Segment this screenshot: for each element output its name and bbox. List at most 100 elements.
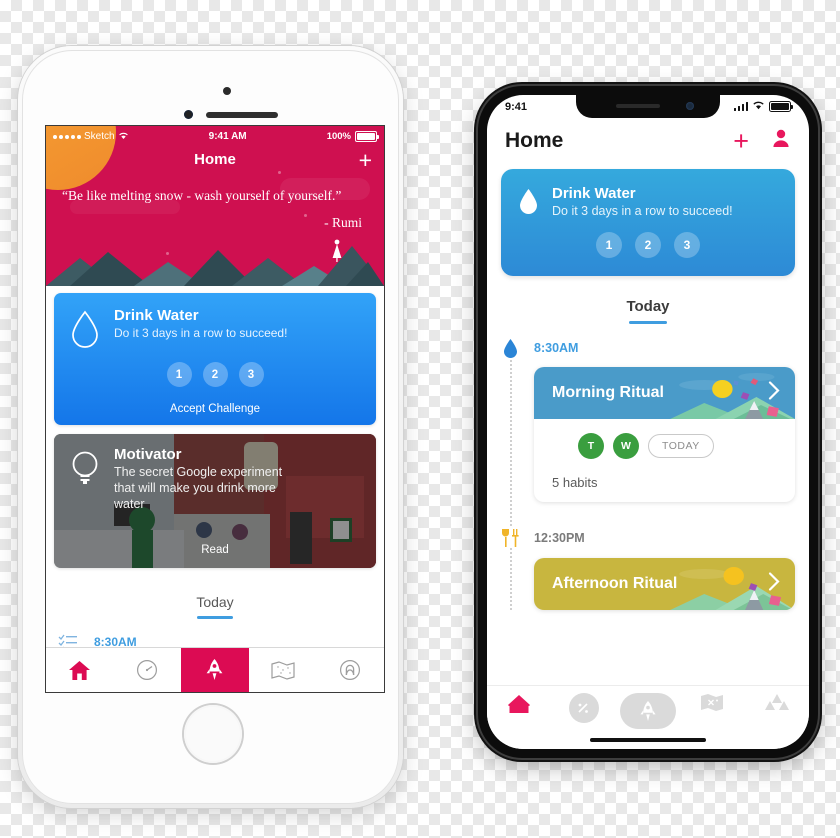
lightbulb-icon — [72, 451, 98, 484]
nav-bar: Home + — [46, 147, 384, 179]
chevron-right-icon[interactable] — [767, 572, 781, 597]
cellular-bars-icon — [733, 101, 748, 111]
tab-progress-bg — [568, 693, 599, 723]
motivator-card[interactable]: Motivator The secret Google experiment t… — [54, 434, 376, 568]
timeline-row[interactable]: 8:30AM — [46, 619, 384, 651]
tab-map[interactable] — [680, 693, 744, 712]
status-bar: 9:41 — [487, 95, 809, 118]
card-title: Drink Water — [114, 307, 199, 324]
wifi-icon — [118, 131, 129, 143]
day-chip-3[interactable]: 3 — [238, 362, 264, 387]
rocket-icon — [640, 700, 656, 721]
today-section-header: Today — [46, 568, 384, 619]
accept-challenge-button[interactable]: Accept Challenge — [54, 403, 376, 415]
ritual-title: Morning Ritual — [552, 384, 664, 401]
drink-water-card[interactable]: Drink Water Do it 3 days in a row to suc… — [54, 293, 376, 425]
drink-water-card[interactable]: Drink Water Do it 3 days in a row to suc… — [501, 169, 795, 276]
speedometer-icon — [578, 702, 589, 713]
day-counter-row: 1 2 3 — [501, 232, 795, 258]
battery-icon — [769, 100, 793, 113]
speedometer-icon — [137, 660, 158, 680]
wifi-icon — [752, 100, 765, 113]
habit-progress-row: T W TODAY — [534, 433, 795, 459]
tab-challenges[interactable] — [181, 648, 249, 692]
day-counter-row: 1 2 3 — [54, 362, 376, 387]
card-subtitle: Do it 3 days in a row to succeed! — [552, 204, 733, 218]
cards-area: Drink Water Do it 3 days in a row to suc… — [46, 286, 384, 568]
battery-icon — [355, 131, 379, 142]
timeline-time: 12:30PM — [534, 531, 585, 545]
tab-home[interactable] — [487, 693, 551, 714]
battery-percent-label: 100% — [326, 131, 351, 142]
tab-challenges[interactable] — [616, 693, 680, 729]
carrier-label: Sketch — [84, 131, 115, 142]
today-section-header: Today — [487, 276, 809, 324]
account-button[interactable] — [771, 128, 791, 153]
tab-home[interactable] — [46, 648, 114, 692]
tab-map[interactable] — [249, 648, 317, 692]
afternoon-ritual-card[interactable]: Afternoon Ritual — [534, 558, 795, 610]
timeline-event-morning: 8:30AM — [487, 338, 809, 358]
today-label: Today — [196, 594, 234, 610]
scroll-content[interactable]: Drink Water Do it 3 days in a row to suc… — [487, 161, 809, 693]
triangles-icon — [764, 694, 789, 710]
timeline: 8:30AM Morning Ritual T W TODAY 5 habits… — [487, 338, 809, 610]
timeline-time: 8:30AM — [534, 341, 579, 355]
tab-profile[interactable] — [316, 648, 384, 692]
map-icon — [701, 694, 724, 711]
day-chip-2[interactable]: 2 — [635, 232, 661, 258]
morning-ritual-card[interactable]: Morning Ritual T W TODAY 5 habits — [534, 367, 795, 502]
home-button[interactable] — [184, 705, 242, 763]
today-label: Today — [626, 298, 670, 315]
canvas-background: Sketch 9:41 AM 100% Home + “Be like melt… — [0, 0, 840, 838]
water-drop-icon — [520, 189, 537, 214]
home-indicator[interactable] — [590, 737, 706, 742]
card-title: Motivator — [114, 446, 182, 463]
ritual-banner: Afternoon Ritual — [534, 558, 795, 610]
day-chip-1[interactable]: 1 — [166, 362, 192, 387]
add-button[interactable]: + — [733, 127, 749, 154]
day-chip-3[interactable]: 3 — [674, 232, 700, 258]
left-sensor-icon — [223, 87, 231, 95]
iphone-8-device: Sketch 9:41 AM 100% Home + “Be like melt… — [18, 46, 403, 808]
page-title: Home — [194, 151, 236, 168]
iphone-x-device: 9:41 Home + Drink Water Do it 3 days in … — [478, 86, 818, 758]
water-drop-icon — [72, 310, 98, 348]
hiker-figure-icon — [332, 239, 342, 262]
card-subtitle: The secret Google experiment that will m… — [114, 465, 283, 511]
ritual-title: Afternoon Ritual — [552, 575, 678, 592]
chevron-right-icon[interactable] — [767, 381, 781, 406]
timeline-event-afternoon: 12:30PM — [487, 528, 809, 548]
right-phone-screen: 9:41 Home + Drink Water Do it 3 days in … — [487, 95, 809, 749]
read-button[interactable]: Read — [54, 544, 376, 556]
person-icon — [773, 129, 789, 147]
status-time: 9:41 AM — [208, 131, 247, 142]
rocket-icon — [207, 659, 223, 680]
home-icon — [508, 695, 531, 713]
habit-day-chip[interactable]: T — [578, 433, 604, 459]
day-chip-2[interactable]: 2 — [202, 362, 228, 387]
left-front-camera-icon — [184, 110, 193, 119]
today-pill[interactable]: TODAY — [648, 434, 714, 458]
add-button[interactable]: + — [359, 149, 372, 172]
status-time: 9:41 — [505, 100, 528, 113]
quote-author: - Rumi — [324, 215, 362, 230]
tab-bar — [46, 647, 384, 692]
day-chip-1[interactable]: 1 — [596, 232, 622, 258]
timeline-dotted-line — [510, 360, 512, 610]
signal-dots-icon — [53, 134, 81, 139]
left-phone-screen: Sketch 9:41 AM 100% Home + “Be like melt… — [45, 125, 385, 693]
ritual-body: T W TODAY 5 habits — [534, 419, 795, 502]
tab-groups[interactable] — [745, 693, 809, 711]
tab-challenges-bg — [620, 693, 677, 729]
habit-day-chip[interactable]: W — [613, 433, 639, 459]
card-title: Drink Water — [552, 185, 636, 202]
left-earpiece-speaker — [206, 112, 278, 118]
home-icon — [69, 660, 91, 680]
quote-text: “Be like melting snow - wash yourself of… — [62, 188, 342, 203]
hero-quote-banner: Sketch 9:41 AM 100% Home + “Be like melt… — [46, 126, 384, 286]
app-header: Home + — [487, 118, 809, 157]
tab-progress[interactable] — [551, 693, 615, 723]
profile-icon — [340, 660, 361, 680]
tab-progress[interactable] — [114, 648, 182, 692]
